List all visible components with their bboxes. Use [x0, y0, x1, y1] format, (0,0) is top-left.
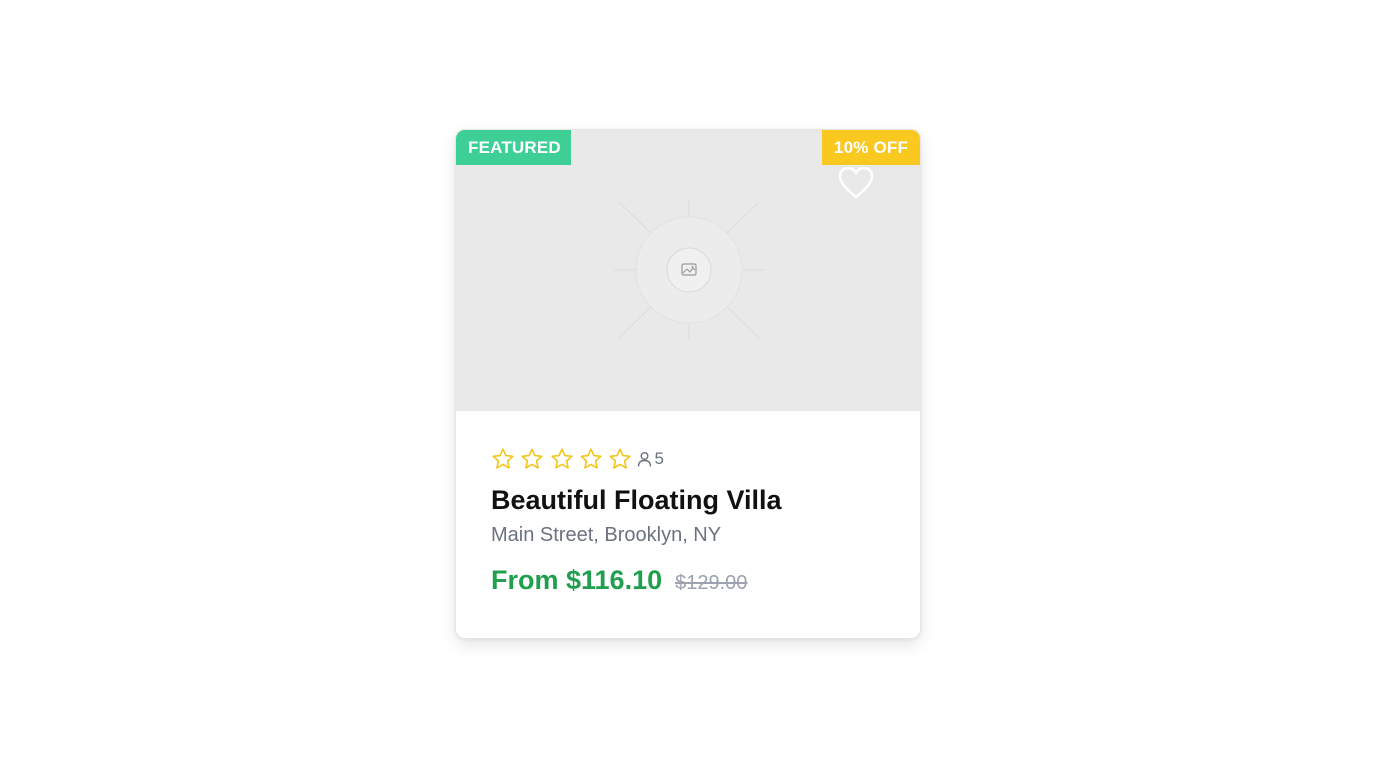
heart-icon[interactable] — [838, 166, 874, 200]
featured-badge: FEATURED — [456, 130, 571, 165]
star-icon — [521, 448, 543, 469]
star-icon — [550, 448, 573, 469]
current-price: From $116.10 — [491, 565, 663, 595]
star-icon — [580, 448, 602, 469]
discount-badge: 10% OFF — [822, 130, 920, 165]
guest-count: 5 — [654, 449, 664, 468]
listing-title[interactable]: Beautiful Floating Villa — [491, 485, 782, 516]
rating: 5 — [491, 445, 664, 473]
original-price: $129.00 — [675, 572, 748, 594]
star-icon — [492, 448, 514, 469]
star-icon — [609, 448, 631, 469]
user-icon — [638, 452, 652, 467]
listing-address: Main Street, Brooklyn, NY — [491, 524, 722, 546]
price: From $116.10 $129.00 — [491, 565, 747, 596]
listing-image[interactable]: FEATURED 10% OFF — [456, 130, 920, 411]
guest-capacity: 5 — [637, 449, 664, 469]
image-placeholder-icon — [614, 200, 764, 340]
listing-card[interactable]: FEATURED 10% OFF 5 Beautiful Floating Vi… — [455, 129, 921, 639]
